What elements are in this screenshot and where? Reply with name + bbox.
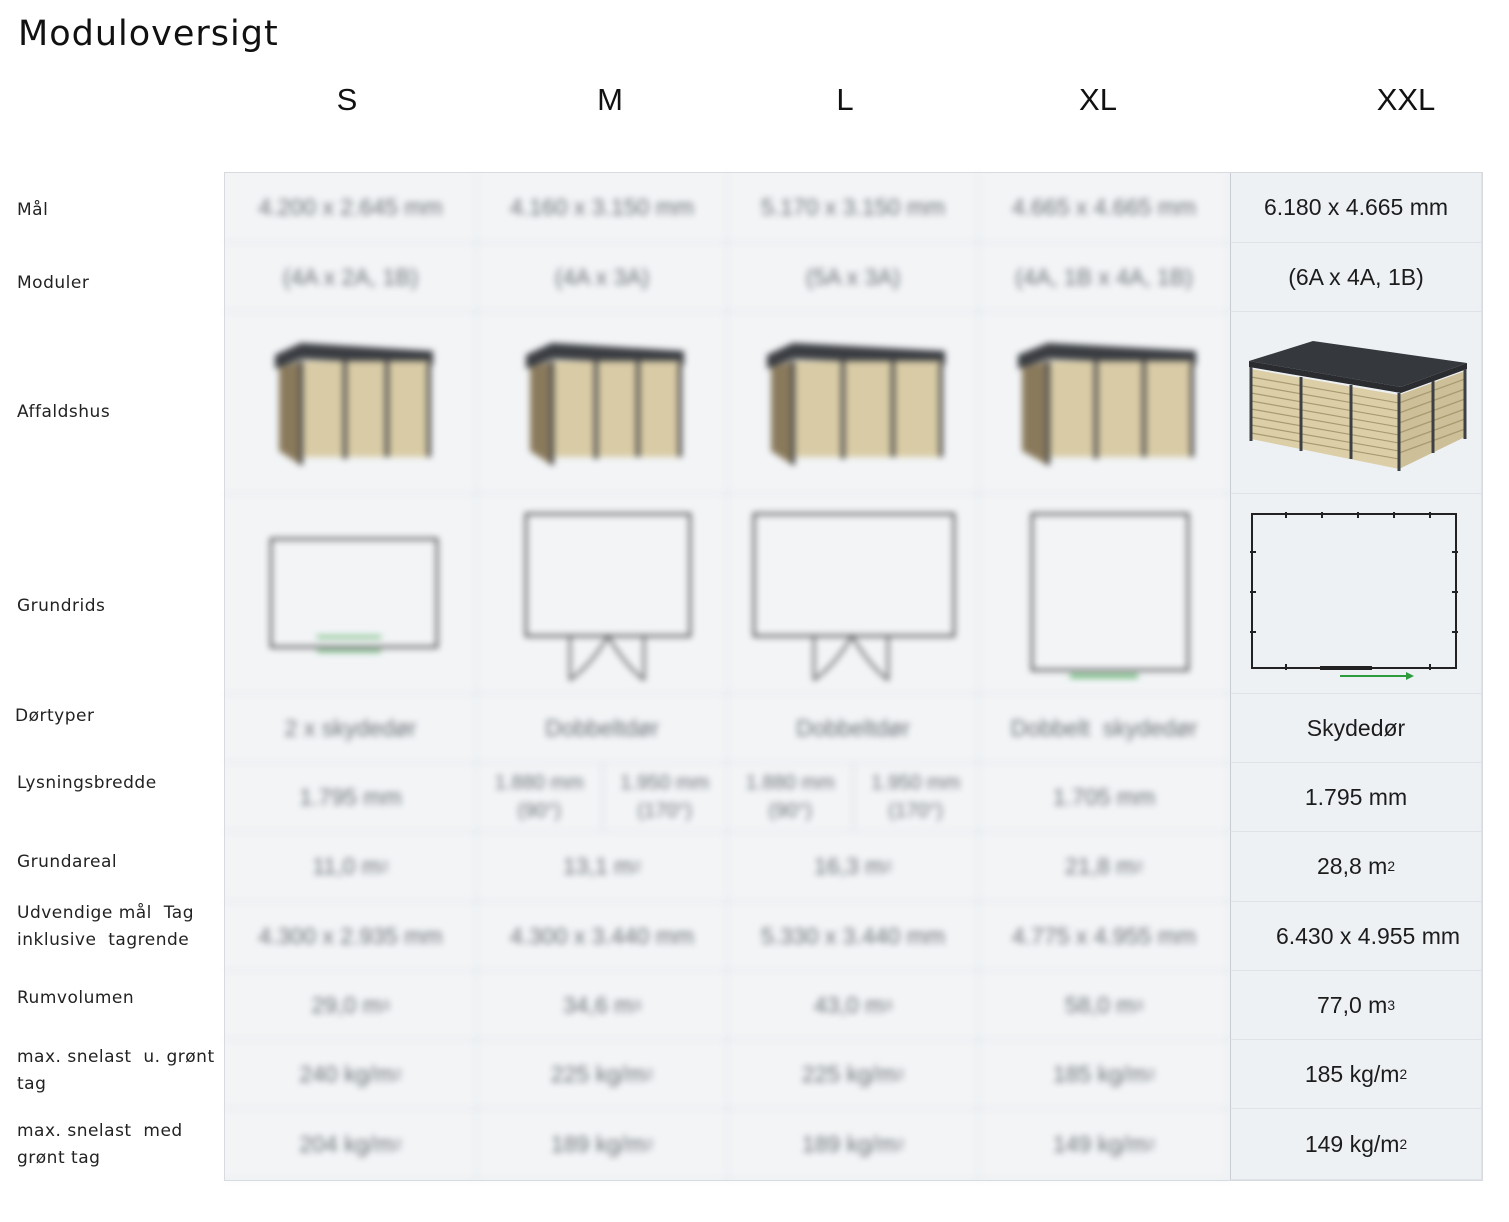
cell-l-grundrids: [728, 494, 979, 694]
cell-s-mal: 4.200 x 2.645 mm: [225, 173, 477, 243]
waste-house-image-xxl: [1249, 340, 1467, 471]
row-label-grundareal: Grundareal: [17, 852, 118, 872]
row-label-moduler: Moduler: [17, 273, 90, 293]
cell-s-snelast-u: 240 kg/m 2: [225, 1040, 477, 1109]
floor-plan-xl: [1031, 512, 1189, 677]
floor-plan-m: [525, 512, 691, 681]
cell-m-lysningsbredde-170: 1.950 mm (170°): [601, 763, 728, 831]
floor-plan-xxl: [1250, 511, 1458, 680]
cell-xl-mal: 4.665 x 4.665 mm: [979, 173, 1230, 243]
cell-m-lysningsbredde-split: 1.880 mm (90°) 1.950 mm (170°): [477, 763, 727, 831]
cell-xl-grundrids: [979, 494, 1230, 694]
column-header-xl: XL: [1079, 82, 1117, 117]
cell-xxl-moduler: (6A x 4A, 1B): [1230, 243, 1482, 312]
cell-m-udvendige: 4.300 x 3.440 mm: [477, 902, 728, 971]
cell-xl-udvendige: 4.775 x 4.955 mm: [979, 902, 1230, 971]
column-header-m: M: [597, 82, 623, 117]
row-label-affaldshus: Affaldshus: [17, 402, 111, 422]
cell-m-snelast-u: 225 kg/m 2: [477, 1040, 728, 1109]
cell-s-dortyper: 2 x skydedør: [225, 694, 477, 763]
cell-xxl-grundrids: [1230, 494, 1482, 694]
row-label-mal: Mål: [17, 200, 49, 220]
cell-s-grundareal: 11,0 m2: [225, 832, 477, 902]
cell-l-lysningsbredde-170: 1.950 mm (170°): [852, 763, 979, 831]
cell-l-snelast-m: 189 kg/m 2: [728, 1109, 979, 1180]
cell-l-dortyper: Dobbeltdør: [728, 694, 979, 763]
cell-xxl-grundareal: 28,8 m2: [1230, 832, 1482, 902]
row-label-snelast-u-line1: max. snelast u. grønt: [17, 1047, 215, 1067]
column-header-s: S: [336, 82, 358, 117]
row-label-snelast-m: max. snelast med grønt tag: [17, 1118, 183, 1172]
cell-xl-lysningsbredde: 1.705 mm: [979, 763, 1230, 832]
row-label-udvendige-line2: inklusive tagrende: [17, 930, 190, 950]
column-header-l: L: [836, 82, 854, 117]
row-label-snelast-u-line2: tag: [17, 1074, 47, 1094]
cell-m-rumvolumen: 34,6 m3: [477, 971, 728, 1040]
row-label-dortyper: Dørtyper: [15, 706, 95, 726]
floor-plan-s: [269, 537, 438, 652]
cell-s-grundrids: [225, 494, 477, 694]
cell-l-snelast-u: 225 kg/m 2: [728, 1040, 979, 1109]
module-table: 4.200 x 2.645 mm 4.160 x 3.150 mm 5.170 …: [224, 172, 1483, 1181]
row-label-udvendige: Udvendige mål Tag inklusive tagrende: [17, 900, 194, 954]
cell-xxl-affaldshus: [1230, 312, 1482, 494]
cell-l-lysningsbredde-90: 1.880 mm (90°): [745, 772, 835, 822]
row-label-snelast-u: max. snelast u. grønt tag: [17, 1044, 215, 1098]
row-label-rumvolumen: Rumvolumen: [17, 988, 135, 1008]
cell-s-lysningsbredde: 1.795 mm: [225, 763, 477, 832]
cell-m-snelast-m: 189 kg/m 2: [477, 1109, 728, 1180]
cell-xl-rumvolumen: 58,0 m3: [979, 971, 1230, 1040]
cell-xxl-rumvolumen: 77,0 m3: [1230, 971, 1482, 1040]
cell-xxl-mal: 6.180 x 4.665 mm: [1230, 173, 1482, 243]
cell-s-affaldshus: [225, 312, 477, 494]
row-label-udvendige-line1: Udvendige mål Tag: [17, 903, 194, 923]
floor-plan-l: [753, 512, 955, 681]
waste-house-image-xl: [1018, 342, 1196, 465]
cell-xxl-lysningsbredde: 1.795 mm: [1230, 763, 1482, 832]
cell-xl-grundareal: 21,8 m2: [979, 832, 1230, 902]
cell-s-udvendige: 4.300 x 2.935 mm: [225, 902, 477, 971]
row-label-snelast-m-line2: grønt tag: [17, 1148, 101, 1168]
cell-xxl-dortyper: Skydedør: [1230, 694, 1482, 763]
cell-xl-dortyper: Dobbelt skydedør: [979, 694, 1230, 763]
cell-xxl-udvendige: 6.430 x 4.955 mm: [1230, 902, 1482, 971]
cell-l-moduler: (5A x 3A): [728, 243, 979, 312]
cell-xxl-snelast-m: 149 kg/m 2: [1230, 1109, 1482, 1180]
cell-s-moduler: (4A x 2A, 1B): [225, 243, 477, 312]
cell-l-affaldshus: [728, 312, 979, 494]
cell-s-snelast-m: 204 kg/m 2: [225, 1109, 477, 1180]
cell-m-moduler: (4A x 3A): [477, 243, 728, 312]
cell-m-lysningsbredde-90: 1.880 mm (90°): [494, 772, 584, 822]
waste-house-image-s: [274, 342, 433, 465]
cell-xl-snelast-u: 185 kg/m 2: [979, 1040, 1230, 1109]
cell-l-lysningsbredde-split: 1.880 mm (90°) 1.950 mm (170°): [728, 763, 978, 831]
cell-xxl-snelast-u: 185 kg/m 2: [1230, 1040, 1482, 1109]
cell-l-udvendige: 5.330 x 3.440 mm: [728, 902, 979, 971]
cell-s-rumvolumen: 29,0 m3: [225, 971, 477, 1040]
row-label-snelast-m-line1: max. snelast med: [17, 1121, 183, 1141]
cell-m-dortyper: Dobbeltdør: [477, 694, 728, 763]
cell-m-affaldshus: [477, 312, 728, 494]
waste-house-image-l: [767, 342, 945, 465]
column-header-xxl: XXL: [1376, 82, 1436, 117]
row-label-lysningsbredde: Lysningsbredde: [17, 773, 157, 793]
cell-m-mal: 4.160 x 3.150 mm: [477, 173, 728, 243]
cell-m-grundareal: 13,1 m2: [477, 832, 728, 902]
cell-m-lysningsbredde: 1.880 mm (90°) 1.950 mm (170°): [477, 763, 728, 832]
cell-l-mal: 5.170 x 3.150 mm: [728, 173, 979, 243]
cell-l-lysningsbredde: 1.880 mm (90°) 1.950 mm (170°): [728, 763, 979, 832]
page-title: Moduloversigt: [18, 14, 279, 54]
cell-l-grundareal: 16,3 m2: [728, 832, 979, 902]
cell-xl-affaldshus: [979, 312, 1230, 494]
cell-xl-moduler: (4A, 1B x 4A, 1B): [979, 243, 1230, 312]
row-label-grundrids: Grundrids: [17, 596, 106, 616]
cell-xl-snelast-m: 149 kg/m 2: [979, 1109, 1230, 1180]
waste-house-image-m: [526, 342, 684, 465]
cell-l-rumvolumen: 43,0 m3: [728, 971, 979, 1040]
cell-m-grundrids: [477, 494, 728, 694]
